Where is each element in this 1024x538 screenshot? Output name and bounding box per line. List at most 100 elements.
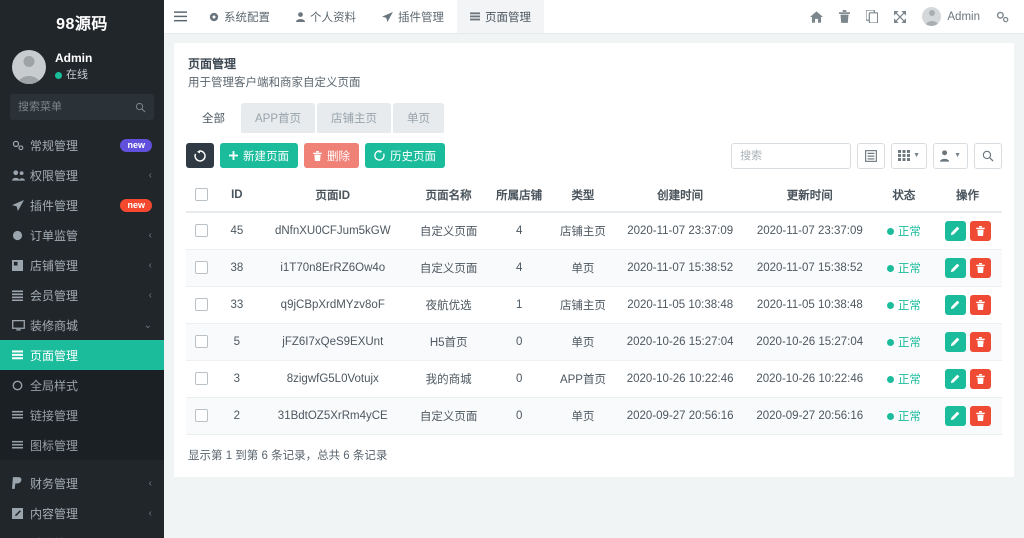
topbar-tab-3[interactable]: 插件管理 xyxy=(369,0,457,33)
table-row[interactable]: 38i1T70n8ErRZ6Ow4o自定义页面4单页2020-11-07 15:… xyxy=(186,249,1002,286)
row-edit-button[interactable] xyxy=(945,332,966,352)
header-created[interactable]: 创建时间 xyxy=(615,179,745,212)
header-page-name[interactable]: 页面名称 xyxy=(410,179,488,212)
row-delete-button[interactable] xyxy=(970,406,991,426)
list-icon xyxy=(12,290,30,301)
app-root: 98源码 Admin 在线 常规管理new权限管理‹插件管理new订单监管‹店铺… xyxy=(0,0,1024,538)
cell-page-id: jFZ6I7xQeS9EXUnt xyxy=(256,323,410,360)
cell-type: 店铺主页 xyxy=(551,286,616,323)
sidebar-item-13[interactable]: 内容管理‹ xyxy=(0,498,164,528)
cell-page-id: dNfnXU0CFJum5kGW xyxy=(256,212,410,250)
chevron-icon: ‹ xyxy=(149,478,152,489)
header-page-id[interactable]: 页面ID xyxy=(256,179,410,212)
export-icon[interactable]: ▼ xyxy=(933,143,968,169)
row-edit-button[interactable] xyxy=(945,295,966,315)
row-checkbox[interactable] xyxy=(195,409,208,422)
menu-search-input[interactable] xyxy=(18,101,135,113)
history-pages-button[interactable]: 历史页面 xyxy=(365,143,445,168)
trash-icon[interactable] xyxy=(830,0,858,34)
sidebar-item-12[interactable]: 财务管理‹ xyxy=(0,468,164,498)
sidebar-item-6[interactable]: 会员管理‹ xyxy=(0,280,164,310)
row-edit-button[interactable] xyxy=(945,406,966,426)
topbar-tab-2[interactable]: 个人资料 xyxy=(283,0,369,33)
sidebar-item-badge: new xyxy=(120,139,152,152)
cell-updated: 2020-10-26 15:27:04 xyxy=(745,323,875,360)
table-row[interactable]: 5jFZ6I7xQeS9EXUntH5首页0单页2020-10-26 15:27… xyxy=(186,323,1002,360)
cell-id: 38 xyxy=(218,249,256,286)
topbar-tab-1[interactable]: 系统配置 xyxy=(196,0,283,33)
table-search-input[interactable] xyxy=(731,143,851,169)
row-delete-button[interactable] xyxy=(970,221,991,241)
sidebar-item-8[interactable]: 页面管理 xyxy=(0,340,164,370)
row-checkbox[interactable] xyxy=(195,261,208,274)
row-delete-button[interactable] xyxy=(970,332,991,352)
search-button[interactable] xyxy=(974,143,1002,169)
page-tab-3[interactable]: 店铺主页 xyxy=(317,103,391,133)
page-tab-2[interactable]: APP首页 xyxy=(241,103,315,133)
sidebar-item-10[interactable]: 链接管理 xyxy=(0,400,164,430)
topbar-user[interactable]: Admin xyxy=(914,7,988,26)
sidebar-user[interactable]: Admin 在线 xyxy=(0,44,164,94)
refresh-icon[interactable] xyxy=(858,0,886,34)
sidebar-item-11[interactable]: 图标管理 xyxy=(0,430,164,460)
table-row[interactable]: 33q9jCBpXrdMYzv8oF夜航优选1店铺主页2020-11-05 10… xyxy=(186,286,1002,323)
users-icon xyxy=(12,170,30,181)
sidebar-item-4[interactable]: 订单监管‹ xyxy=(0,220,164,250)
row-delete-button[interactable] xyxy=(970,369,991,389)
topbar-tab-4[interactable]: 页面管理 xyxy=(457,0,544,33)
page-tab-1[interactable]: 全部 xyxy=(188,103,239,133)
delete-label: 删除 xyxy=(327,148,350,164)
table-row[interactable]: 38zigwfG5L0Votujx我的商城0APP首页2020-10-26 10… xyxy=(186,360,1002,397)
cell-status: 正常 xyxy=(875,360,933,397)
page-tab-4[interactable]: 单页 xyxy=(393,103,444,133)
sidebar-item-label: 常规管理 xyxy=(30,137,120,154)
sidebar-item-2[interactable]: 权限管理‹ xyxy=(0,160,164,190)
row-checkbox[interactable] xyxy=(195,335,208,348)
chevron-down-icon: ▼ xyxy=(913,152,920,159)
pencil-icon xyxy=(950,374,960,384)
row-select-cell xyxy=(186,249,218,286)
row-edit-button[interactable] xyxy=(945,369,966,389)
sidebar-item-14[interactable]: 系统管理‹ xyxy=(0,528,164,538)
row-edit-button[interactable] xyxy=(945,221,966,241)
status-dot-icon xyxy=(887,339,894,346)
create-page-button[interactable]: 新建页面 xyxy=(220,143,298,168)
gears-icon[interactable] xyxy=(988,0,1016,34)
toolbar-right: ▼ ▼ xyxy=(731,143,1002,169)
user-status: 在线 xyxy=(55,68,92,84)
row-delete-button[interactable] xyxy=(970,295,991,315)
cell-page-id: 8zigwfG5L0Votujx xyxy=(256,360,410,397)
columns-icon[interactable]: ▼ xyxy=(891,143,927,169)
header-id[interactable]: ID xyxy=(218,179,256,212)
fullscreen-icon[interactable] xyxy=(886,0,914,34)
status-dot-icon xyxy=(887,413,894,420)
header-shop[interactable]: 所属店铺 xyxy=(488,179,551,212)
search-icon[interactable] xyxy=(135,102,146,113)
chevron-icon: ‹ xyxy=(149,170,152,181)
sidebar-item-3[interactable]: 插件管理new xyxy=(0,190,164,220)
sidebar-item-5[interactable]: 店铺管理‹ xyxy=(0,250,164,280)
sidebar-search-box[interactable] xyxy=(10,94,154,120)
topbar-username: Admin xyxy=(947,11,980,23)
status-badge: 正常 xyxy=(887,411,921,423)
row-edit-button[interactable] xyxy=(945,258,966,278)
row-delete-button[interactable] xyxy=(970,258,991,278)
status-badge: 正常 xyxy=(887,374,921,386)
sidebar-item-1[interactable]: 常规管理new xyxy=(0,130,164,160)
home-icon[interactable] xyxy=(802,0,830,34)
table-row[interactable]: 231BdtOZ5XrRm4yCE自定义页面0单页2020-09-27 20:5… xyxy=(186,397,1002,434)
hamburger-icon[interactable] xyxy=(164,0,196,33)
header-status[interactable]: 状态 xyxy=(875,179,933,212)
select-all-checkbox[interactable] xyxy=(195,188,208,201)
row-checkbox[interactable] xyxy=(195,298,208,311)
row-checkbox[interactable] xyxy=(195,372,208,385)
sidebar-item-7[interactable]: 装修商城⌄ xyxy=(0,310,164,340)
row-checkbox[interactable] xyxy=(195,224,208,237)
header-type[interactable]: 类型 xyxy=(551,179,616,212)
delete-button[interactable]: 删除 xyxy=(304,143,359,168)
table-row[interactable]: 45dNfnXU0CFJum5kGW自定义页面4店铺主页2020-11-07 2… xyxy=(186,212,1002,250)
refresh-button[interactable] xyxy=(186,143,214,168)
sidebar-item-9[interactable]: 全局样式 xyxy=(0,370,164,400)
header-updated[interactable]: 更新时间 xyxy=(745,179,875,212)
card-view-icon[interactable] xyxy=(857,143,885,169)
